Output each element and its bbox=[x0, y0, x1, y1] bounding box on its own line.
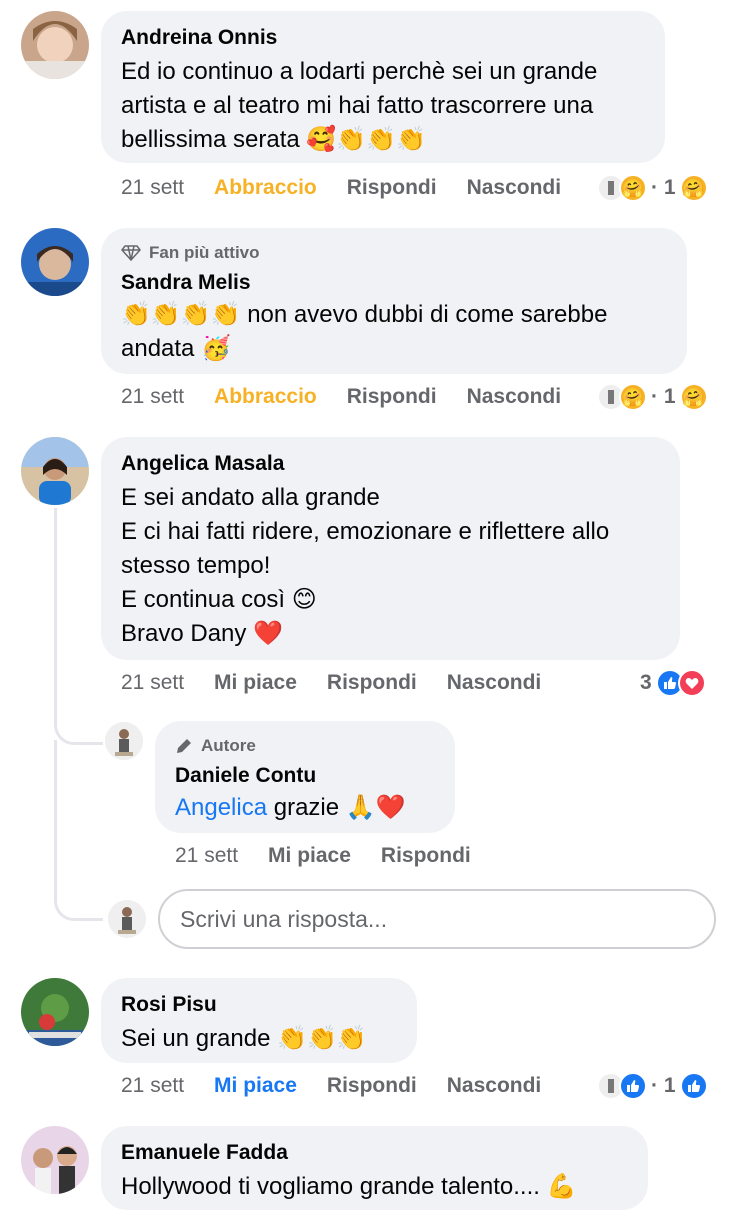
avatar[interactable] bbox=[21, 228, 89, 296]
top-fan-badge: Fan più attivo bbox=[121, 242, 667, 264]
comment-actions: 21 sett Mi piace Rispondi Nascondi bbox=[121, 1071, 541, 1101]
reaction-summary[interactable]: 🤗 · 1 🤗 bbox=[597, 171, 708, 205]
comment-text: 👏👏👏👏 non avevo dubbi di come sarebbe and… bbox=[121, 301, 608, 362]
hug-reaction-icon: 🤗 bbox=[619, 174, 647, 202]
hide-button[interactable]: Nascondi bbox=[447, 671, 542, 695]
comment-author[interactable]: Andreina Onnis bbox=[121, 25, 645, 51]
reaction-summary[interactable]: 3 bbox=[640, 666, 706, 700]
reply-button[interactable]: Rispondi bbox=[327, 1074, 417, 1098]
timestamp[interactable]: 21 sett bbox=[121, 671, 184, 695]
comment-bubble: Fan più attivo Sandra Melis 👏👏👏👏 non ave… bbox=[101, 228, 687, 374]
avatar[interactable] bbox=[21, 978, 89, 1046]
like-reaction-icon bbox=[679, 1072, 708, 1100]
reply-button[interactable]: Rispondi bbox=[347, 385, 437, 409]
comment-actions: 21 sett Mi piace Rispondi Nascondi bbox=[121, 668, 541, 698]
comment-author[interactable]: Sandra Melis bbox=[121, 270, 667, 296]
comment-bubble: Emanuele Fadda Hollywood ti vogliamo gra… bbox=[101, 1126, 648, 1210]
reply-input-placeholder: Scrivi una risposta... bbox=[180, 905, 388, 932]
like-button[interactable]: Mi piace bbox=[214, 1074, 297, 1098]
reaction-button[interactable]: Abbraccio bbox=[214, 176, 317, 200]
user-avatar bbox=[108, 900, 146, 938]
hide-button[interactable]: Nascondi bbox=[467, 385, 562, 409]
like-button[interactable]: Mi piace bbox=[268, 844, 351, 868]
comment-bubble: Andreina Onnis Ed io continuo a lodarti … bbox=[101, 11, 665, 163]
hug-reaction-icon: 🤗 bbox=[619, 383, 647, 411]
comment-author[interactable]: Angelica Masala bbox=[121, 451, 660, 477]
hide-button[interactable]: Nascondi bbox=[447, 1074, 542, 1098]
comment-actions: 21 sett Abbraccio Rispondi Nascondi bbox=[121, 173, 561, 203]
comment-text: Sei un grande 👏👏👏 bbox=[121, 1025, 367, 1052]
comment-bubble: Angelica Masala E sei andato alla grande… bbox=[101, 437, 680, 660]
comment-text: Hollywood ti vogliamo grande talento....… bbox=[121, 1173, 577, 1200]
comment-author[interactable]: Daniele Contu bbox=[175, 763, 435, 789]
hug-reaction-icon: 🤗 bbox=[679, 174, 708, 202]
comment-actions: 21 sett Mi piace Rispondi bbox=[175, 841, 471, 871]
avatar[interactable] bbox=[21, 11, 89, 79]
like-reaction-icon bbox=[619, 1072, 647, 1100]
timestamp[interactable]: 21 sett bbox=[121, 176, 184, 200]
reply-button[interactable]: Rispondi bbox=[381, 844, 471, 868]
avatar[interactable] bbox=[21, 437, 89, 505]
hug-reaction-icon: 🤗 bbox=[679, 383, 708, 411]
reply-button[interactable]: Rispondi bbox=[327, 671, 417, 695]
diamond-icon bbox=[121, 245, 141, 261]
timestamp[interactable]: 21 sett bbox=[121, 385, 184, 409]
timestamp[interactable]: 21 sett bbox=[121, 1074, 184, 1098]
mention-link[interactable]: Angelica bbox=[175, 794, 267, 821]
reaction-button[interactable]: Abbraccio bbox=[214, 385, 317, 409]
comment-text: Angelica grazie 🙏❤️ bbox=[175, 794, 406, 821]
timestamp[interactable]: 21 sett bbox=[175, 844, 238, 868]
thread-connector bbox=[54, 740, 103, 921]
comment-author[interactable]: Rosi Pisu bbox=[121, 992, 397, 1018]
comment-bubble: Rosi Pisu Sei un grande 👏👏👏 bbox=[101, 978, 417, 1063]
pencil-icon bbox=[177, 739, 191, 753]
reaction-summary[interactable]: 🤗 · 1 🤗 bbox=[597, 380, 708, 414]
avatar[interactable] bbox=[21, 1126, 89, 1194]
reaction-summary[interactable]: · 1 bbox=[597, 1069, 708, 1103]
comment-text: Ed io continuo a lodarti perchè sei un g… bbox=[121, 58, 598, 153]
hide-button[interactable]: Nascondi bbox=[467, 176, 562, 200]
reply-bubble: Autore Daniele Contu Angelica grazie 🙏❤️ bbox=[155, 721, 455, 833]
author-badge: Autore bbox=[175, 735, 435, 757]
author-avatar[interactable] bbox=[105, 722, 143, 760]
comment-text: E sei andato alla grande E ci hai fatti … bbox=[121, 484, 610, 647]
love-reaction-icon bbox=[677, 669, 706, 697]
comment-actions: 21 sett Abbraccio Rispondi Nascondi bbox=[121, 382, 561, 412]
reply-input[interactable]: Scrivi una risposta... bbox=[158, 889, 716, 949]
comment-author[interactable]: Emanuele Fadda bbox=[121, 1140, 628, 1166]
thread-line bbox=[54, 508, 57, 724]
reply-button[interactable]: Rispondi bbox=[347, 176, 437, 200]
like-button[interactable]: Mi piace bbox=[214, 671, 297, 695]
